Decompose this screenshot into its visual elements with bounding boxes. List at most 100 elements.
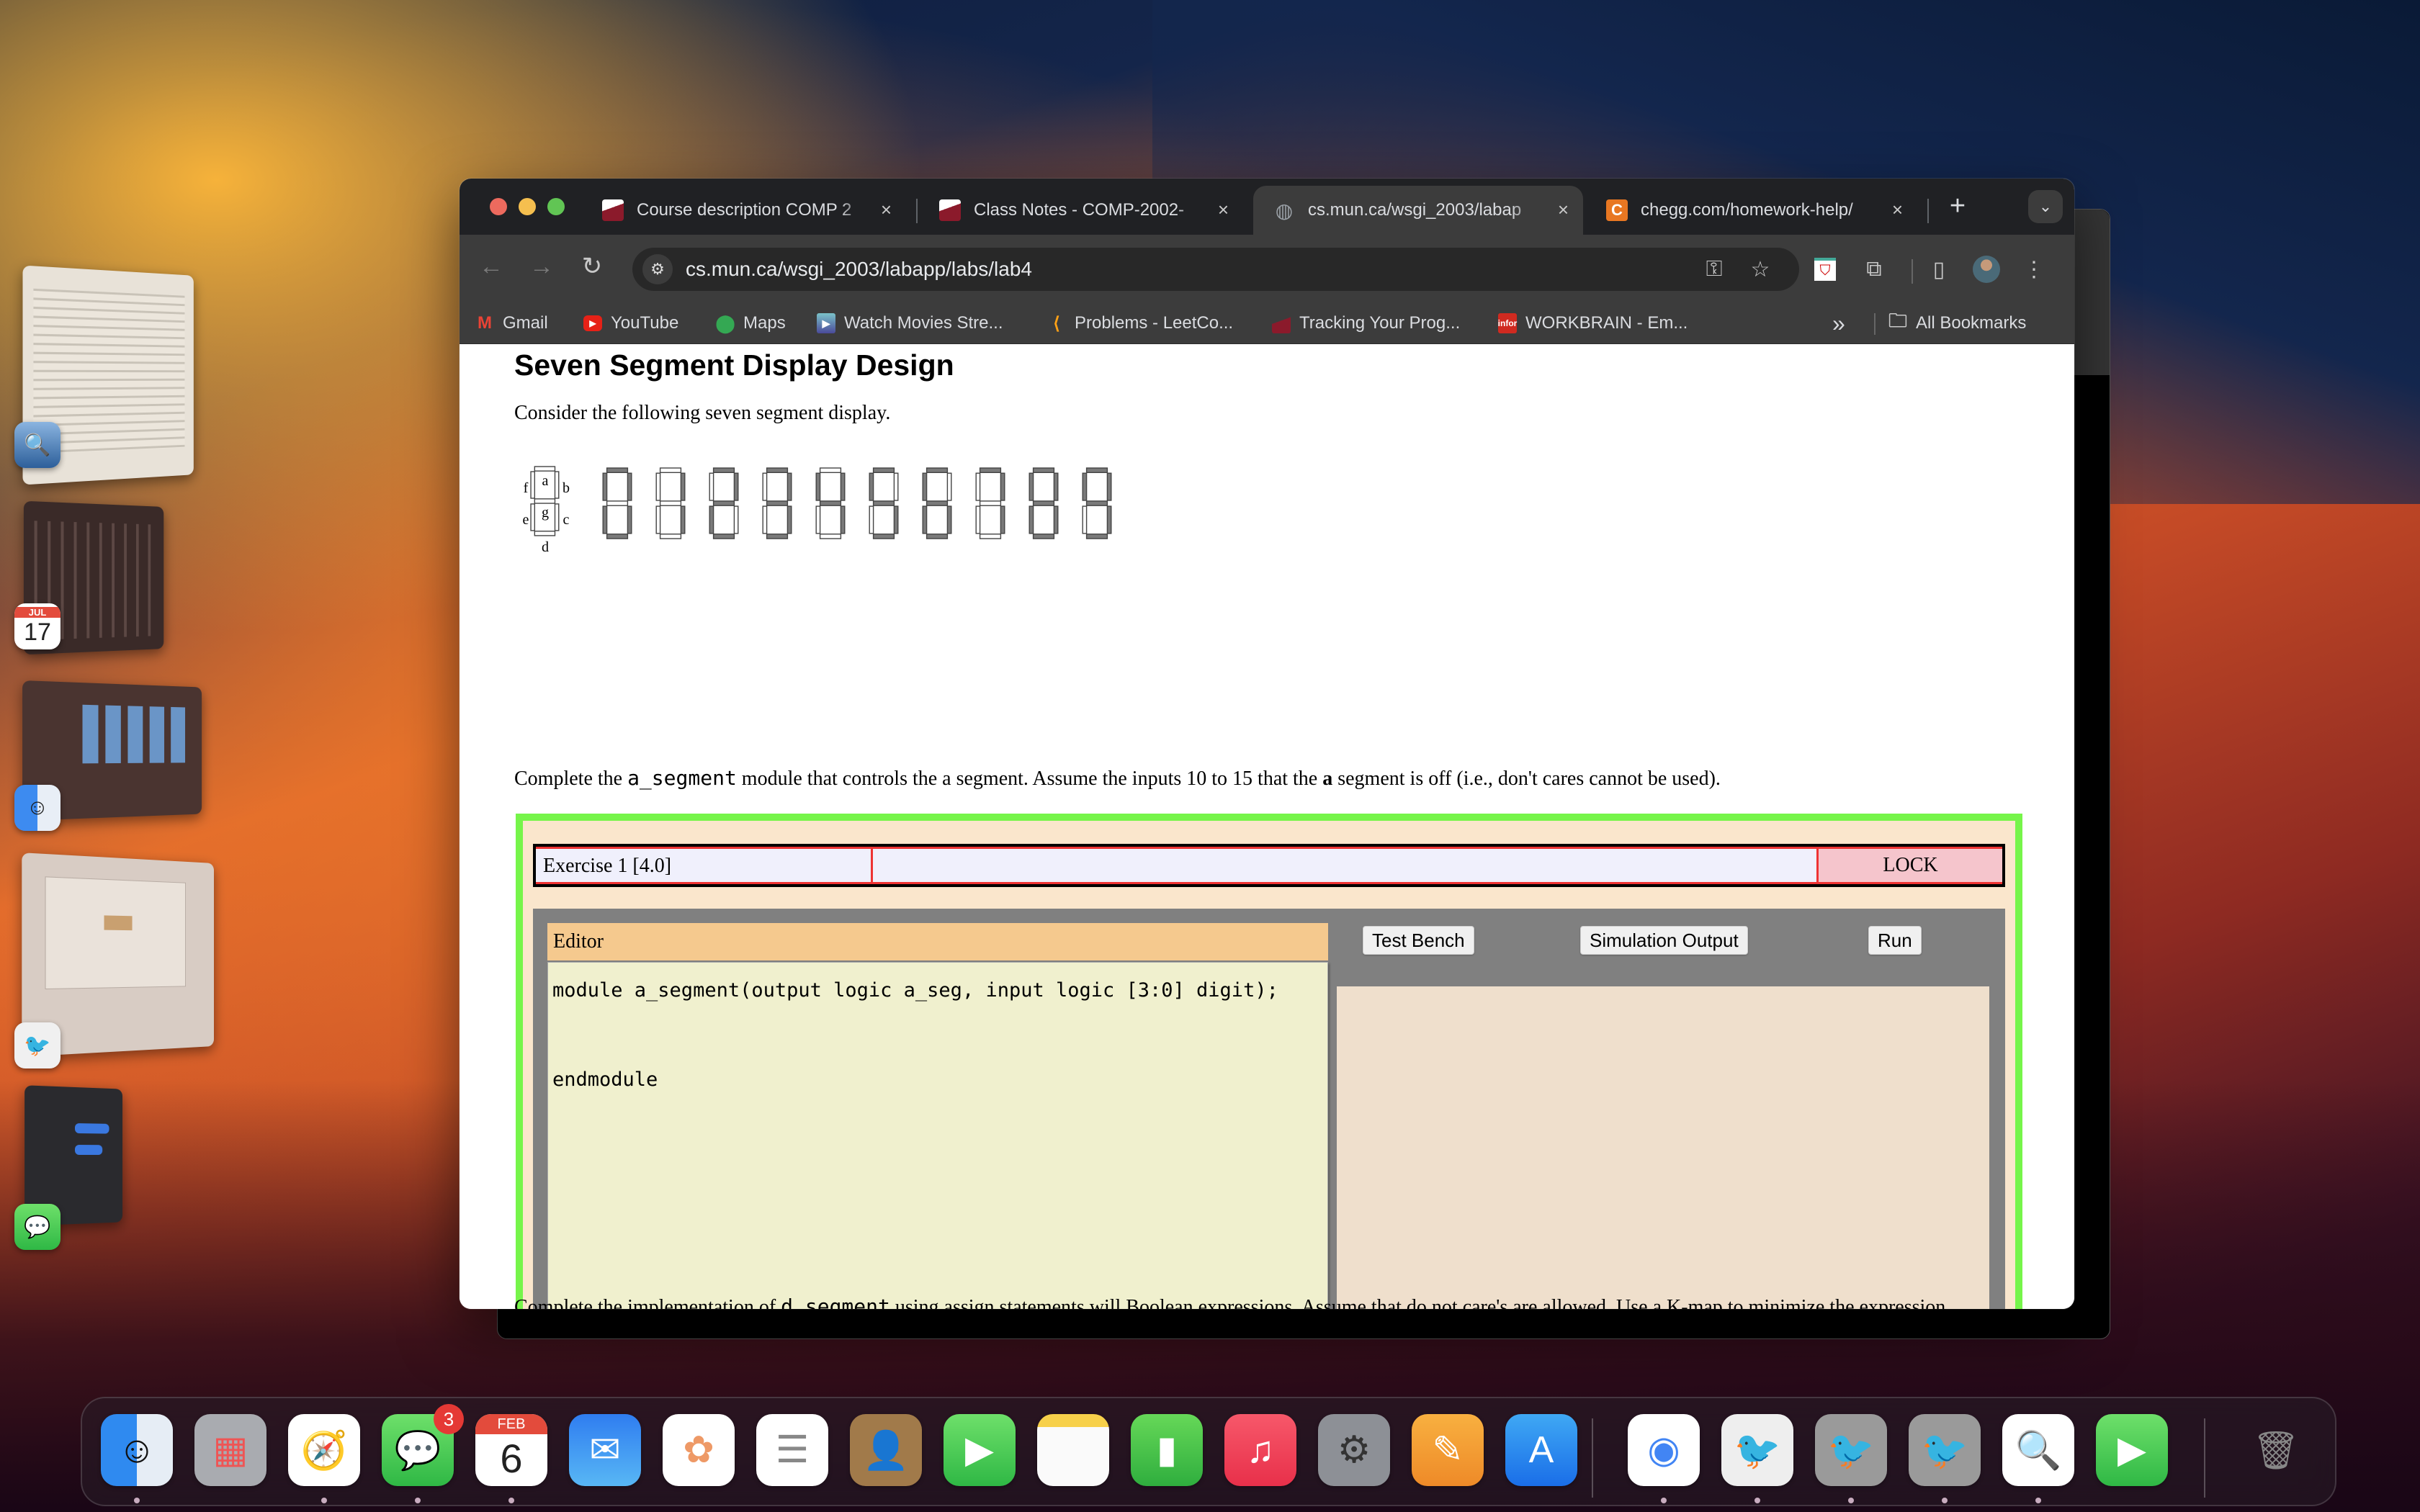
dock-bluej-icon[interactable]: 🐦 xyxy=(1721,1414,1793,1486)
legend-label-e: e xyxy=(523,512,529,528)
simulation-output-panel xyxy=(1337,986,1989,1309)
dock-safari-icon[interactable]: 🧭 xyxy=(288,1414,360,1486)
simulation-output-button[interactable]: Simulation Output xyxy=(1580,926,1748,955)
bookmark-tracking-progress[interactable]: Tracking Your Prog... xyxy=(1272,312,1460,335)
site-settings-icon[interactable]: ⚙ xyxy=(642,254,673,284)
dock-mail-icon[interactable]: ✉ xyxy=(569,1414,641,1486)
digit-1-segment-d xyxy=(659,534,682,539)
bookmark-leetcode[interactable]: ⟨ Problems - LeetCo... xyxy=(1047,312,1233,335)
close-tab-icon[interactable]: × xyxy=(881,200,892,219)
dock-contacts-icon[interactable]: 👤 xyxy=(850,1414,922,1486)
calendar-day: 17 xyxy=(24,618,51,646)
digit-4-segment-d xyxy=(819,534,842,539)
run-button[interactable]: Run xyxy=(1868,926,1922,955)
dock-bluej-settings-1-icon[interactable]: 🐦 xyxy=(1815,1414,1887,1486)
dock-calendar-month: FEB xyxy=(475,1414,547,1434)
dock-messages-icon[interactable]: 💬 3 xyxy=(382,1404,464,1486)
tab-lab4[interactable]: ◍ cs.mun.ca/wsgi_2003/labap × xyxy=(1253,186,1583,235)
finder-app-icon[interactable]: ☺ xyxy=(14,785,60,831)
close-window-button[interactable] xyxy=(490,198,507,215)
bookmark-youtube[interactable]: ▶ YouTube xyxy=(583,312,678,335)
dock-calendar-icon[interactable]: FEB 6 xyxy=(475,1414,547,1486)
digit-1-segment-e xyxy=(655,505,661,534)
digit-0 xyxy=(602,467,632,539)
dock-music-icon[interactable]: ♫ xyxy=(1224,1414,1296,1486)
page-content: Seven Segment Display Design Consider th… xyxy=(460,344,2074,1309)
reload-button[interactable]: ↻ xyxy=(576,251,608,282)
tab-class-notes[interactable]: Class Notes - COMP-2002- × xyxy=(919,186,1243,235)
close-tab-icon[interactable]: × xyxy=(1218,200,1229,219)
bookmark-workbrain[interactable]: infor WORKBRAIN - Em... xyxy=(1498,312,1688,335)
dock-bluej-settings-2-icon[interactable]: 🐦 xyxy=(1909,1414,1981,1486)
dock-system-settings-icon[interactable]: ⚙ xyxy=(1318,1414,1390,1486)
bookmark-maps[interactable]: ⬤ Maps xyxy=(716,312,786,335)
mcafee-extension-icon[interactable]: ⛉ xyxy=(1811,255,1839,284)
minimize-window-button[interactable] xyxy=(519,198,536,215)
dock-reminders-icon[interactable]: ☰ xyxy=(756,1414,828,1486)
dock-preview-icon[interactable]: 🔍 xyxy=(2002,1414,2074,1486)
dock-app-store-icon[interactable]: A xyxy=(1505,1414,1577,1486)
exercise-panel: Exercise 1 [4.0] LOCK Editor module a_se… xyxy=(516,814,2022,1309)
password-key-icon[interactable]: ⚿ xyxy=(1701,256,1727,282)
profile-avatar[interactable] xyxy=(1972,255,2001,284)
bookmark-watch-movies[interactable]: ▶ Watch Movies Stre... xyxy=(817,312,1003,335)
code-editor[interactable]: module a_segment(output logic a_seg, inp… xyxy=(547,962,1328,1309)
dock-finder-icon[interactable]: ☺ xyxy=(101,1414,173,1486)
youtube-icon: ▶ xyxy=(583,315,602,331)
dock-notes-icon[interactable] xyxy=(1037,1414,1109,1486)
running-indicator xyxy=(2035,1498,2041,1503)
all-bookmarks-button[interactable]: 🗀 All Bookmarks xyxy=(1888,310,2026,335)
running-indicator xyxy=(415,1498,421,1503)
calendar-app-icon[interactable]: JUL 17 xyxy=(14,603,60,649)
back-button[interactable]: ← xyxy=(475,251,507,282)
digit-0-segment-g xyxy=(606,500,629,506)
digit-6-segment-f xyxy=(922,472,928,501)
bookmark-star-icon[interactable]: ☆ xyxy=(1747,256,1773,282)
bookmark-label: WORKBRAIN - Em... xyxy=(1525,313,1688,333)
bookmarks-overflow-button[interactable]: » xyxy=(1832,310,1845,336)
digit-7-segment-d xyxy=(979,534,1002,539)
task-code: d_segment xyxy=(781,1295,890,1309)
dock-launchpad-icon[interactable]: ▦ xyxy=(194,1414,266,1486)
close-tab-icon[interactable]: × xyxy=(1558,200,1569,219)
digit-0-segment-c xyxy=(627,505,632,534)
legend-label-a: a xyxy=(542,473,549,489)
bookmark-gmail[interactable]: M Gmail xyxy=(475,312,548,335)
address-bar[interactable]: ⚙ cs.mun.ca/wsgi_2003/labapp/labs/lab4 ⚿… xyxy=(632,248,1799,291)
dock-trash-icon[interactable]: 🗑 xyxy=(2240,1414,2312,1486)
close-tab-icon[interactable]: × xyxy=(1892,200,1903,219)
tab-course-description[interactable]: Course description COMP 2 × xyxy=(582,186,906,235)
digit-4-segment-g xyxy=(819,500,842,506)
leetcode-icon: ⟨ xyxy=(1053,313,1060,333)
tab-chegg[interactable]: C chegg.com/homework-help/ × xyxy=(1586,186,1917,235)
side-panel-icon[interactable]: ▯ xyxy=(1924,255,1953,284)
legend-segment-f xyxy=(530,471,536,499)
dock-pages-icon[interactable]: ✎ xyxy=(1412,1414,1484,1486)
bluej-app-icon[interactable]: 🐦 xyxy=(14,1022,60,1068)
running-indicator xyxy=(1661,1498,1667,1503)
exercise-status xyxy=(873,849,1816,882)
digit-3-segment-f xyxy=(762,472,768,501)
preview-app-icon[interactable]: 🔍 xyxy=(14,422,60,468)
lock-button[interactable]: LOCK xyxy=(1816,849,2002,882)
dock-chrome-icon[interactable]: ◉ xyxy=(1628,1414,1700,1486)
running-indicator xyxy=(321,1498,327,1503)
extensions-puzzle-icon[interactable]: ⧉ xyxy=(1860,255,1888,284)
more-menu-icon[interactable]: ⋮ xyxy=(2020,255,2048,284)
test-bench-button[interactable]: Test Bench xyxy=(1363,926,1474,955)
memorial-university-icon xyxy=(1272,313,1291,333)
bookmark-label: Problems - LeetCo... xyxy=(1075,313,1234,333)
dock-numbers-icon[interactable]: ▮ xyxy=(1131,1414,1203,1486)
running-indicator xyxy=(1942,1498,1948,1503)
dock-facetime-icon[interactable]: ▶ xyxy=(944,1414,1016,1486)
zoom-window-button[interactable] xyxy=(547,198,565,215)
url-text[interactable]: cs.mun.ca/wsgi_2003/labapp/labs/lab4 xyxy=(686,258,1032,281)
new-tab-button[interactable]: + xyxy=(1942,190,1973,222)
dock-photos-icon[interactable]: ✿ xyxy=(663,1414,735,1486)
forward-button[interactable]: → xyxy=(526,251,557,282)
digit-7-segment-g xyxy=(979,500,1002,506)
tab-search-button[interactable]: ⌄ xyxy=(2028,190,2063,223)
globe-icon: ◍ xyxy=(1275,199,1294,222)
messages-app-icon[interactable]: 💬 xyxy=(14,1204,60,1250)
dock-facetime-iphone-icon[interactable]: ▶ xyxy=(2096,1414,2168,1486)
